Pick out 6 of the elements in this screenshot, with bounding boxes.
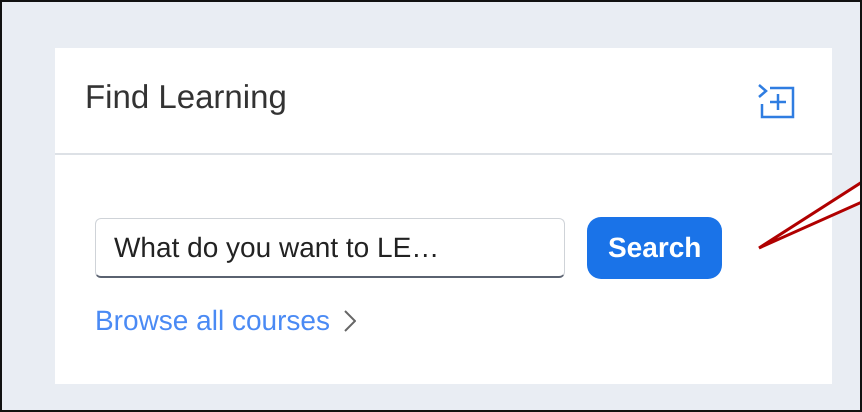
search-button[interactable]: Search	[587, 217, 722, 279]
card-title: Find Learning	[85, 78, 287, 116]
search-field[interactable]: What do you want to LE…	[95, 218, 565, 278]
browse-link[interactable]: Browse all courses	[95, 305, 330, 337]
add-panel-icon[interactable]	[756, 82, 796, 120]
chevron-right-icon	[344, 310, 356, 332]
